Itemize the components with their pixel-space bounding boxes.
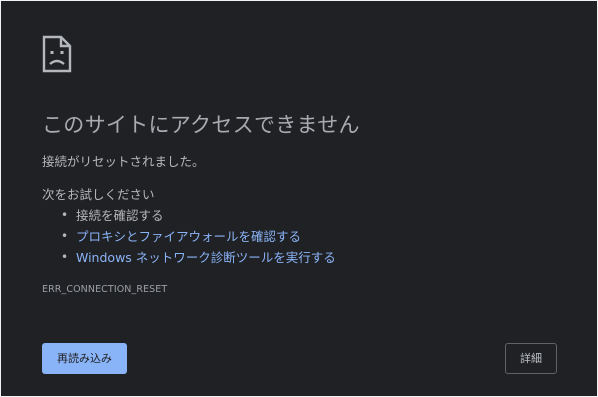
- sad-document-icon: [42, 35, 72, 73]
- bullet-icon: •: [61, 229, 69, 243]
- bullet-icon: •: [61, 250, 69, 264]
- suggestion-run-network-diagnostics: • Windows ネットワーク診断ツールを実行する: [61, 247, 336, 268]
- details-button[interactable]: 詳細: [505, 343, 557, 374]
- error-title: このサイトにアクセスできません: [42, 113, 360, 137]
- error-page: このサイトにアクセスできません 接続がリセットされました。 次をお試しください …: [1, 1, 597, 396]
- error-subtitle: 接続がリセットされました。: [42, 154, 205, 169]
- proxy-firewall-link[interactable]: プロキシとファイアウォールを確認する: [76, 229, 301, 244]
- network-diagnostics-link[interactable]: Windows ネットワーク診断ツールを実行する: [76, 250, 336, 265]
- suggestions-list: • 接続を確認する • プロキシとファイアウォールを確認する • Windows…: [61, 205, 336, 268]
- suggestion-check-connection: • 接続を確認する: [61, 205, 336, 226]
- suggestion-check-proxy-firewall: • プロキシとファイアウォールを確認する: [61, 226, 336, 247]
- bullet-icon: •: [61, 208, 69, 222]
- error-code: ERR_CONNECTION_RESET: [42, 284, 168, 295]
- suggestions-heading: 次をお試しください: [42, 187, 155, 202]
- reload-button[interactable]: 再読み込み: [42, 343, 127, 374]
- suggestion-label: 接続を確認する: [76, 208, 164, 223]
